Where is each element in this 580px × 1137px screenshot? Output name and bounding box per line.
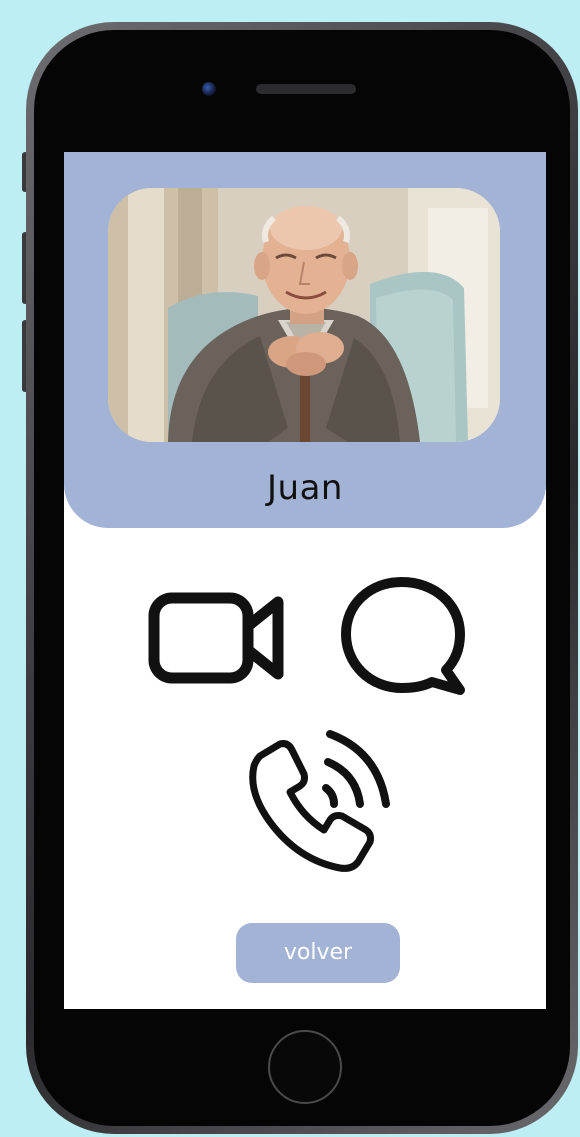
earpiece-speaker xyxy=(256,84,356,94)
elderly-man-portrait-icon xyxy=(108,188,500,442)
contact-photo xyxy=(108,188,500,442)
chat-button[interactable] xyxy=(338,572,470,702)
contact-header: Juan xyxy=(64,152,546,528)
chat-bubble-icon xyxy=(341,577,465,695)
phone-screen: Juan volver xyxy=(64,152,546,1009)
phone-call-button[interactable] xyxy=(230,712,400,882)
front-camera xyxy=(202,82,216,96)
video-camera-icon xyxy=(148,592,284,684)
contact-name: Juan xyxy=(267,468,343,508)
phone-ringing-icon xyxy=(249,730,390,872)
home-button[interactable] xyxy=(268,1030,342,1104)
back-button[interactable]: volver xyxy=(236,923,400,983)
video-call-button[interactable] xyxy=(146,584,286,694)
